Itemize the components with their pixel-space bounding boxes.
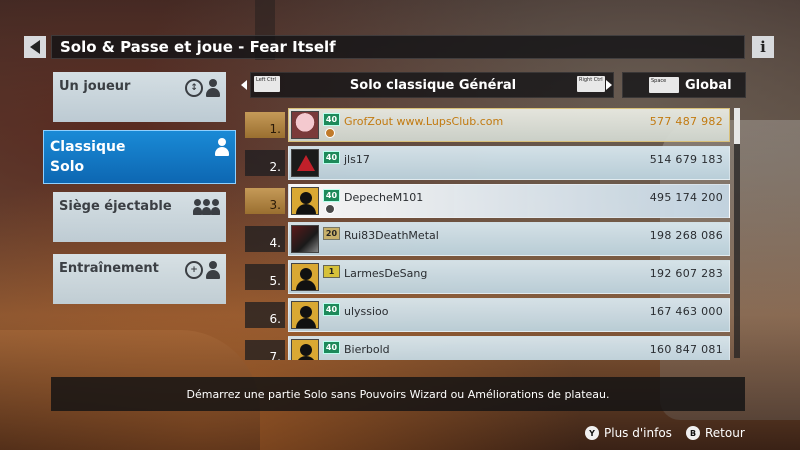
person-icon [215,138,229,156]
left-arrow-icon [30,40,40,54]
player-score: 192 607 283 [649,267,723,280]
avatar [291,149,319,177]
b-button-icon: B [686,426,700,440]
achievement-icon [325,204,335,214]
title-bar: Solo & Passe et joue - Fear Itself [51,35,745,59]
avatar [291,111,319,139]
table-row[interactable]: 7. 40 Bierbold 160 847 081 [240,336,730,360]
leaderboard-title: Solo classique Général [349,78,517,93]
person-icon [206,79,220,97]
scope-label: Global [685,78,732,93]
mode-description: Démarrez une partie Solo sans Pouvoirs W… [186,387,610,401]
scope-selector[interactable]: Space Global [622,72,746,98]
avatar [291,263,319,291]
compass-icon: ↕ [185,79,203,97]
leaderboard-list[interactable]: 1. 40 GrofZout www.LupsClub.com 577 487 … [240,108,743,360]
level-badge: 20 [323,227,340,240]
page-title: Solo & Passe et joue - Fear Itself [60,38,336,56]
rank: 3. [245,188,285,214]
back-arrow-button[interactable] [24,36,46,58]
target-icon: + [185,261,203,279]
rank: 7. [245,340,285,360]
level-badge: 1 [323,265,340,278]
player-name: LarmesDeSang [344,267,428,280]
player-name: jls17 [344,153,370,166]
player-name: Rui83DeathMetal [344,229,439,242]
table-row[interactable]: 4. 20 Rui83DeathMetal 198 268 086 [240,222,730,256]
back-label: Retour [705,426,745,440]
player-score: 160 847 081 [649,343,723,356]
rank: 5. [245,264,285,290]
avatar [291,301,319,329]
scrollbar[interactable] [734,108,740,358]
avatar [291,225,319,253]
player-score: 514 679 183 [649,153,723,166]
leaderboard-header: Left Ctrl Solo classique Général Right C… [250,72,614,98]
space-key: Space [649,77,679,93]
menu-item-classique-solo[interactable]: Classique Solo [43,130,236,184]
player-name: Bierbold [344,343,390,356]
player-score: 495 174 200 [649,191,723,204]
player-name: GrofZout www.LupsClub.com [344,115,504,128]
player-score: 167 463 000 [649,305,723,318]
table-row[interactable]: 3. 40 DepecheM101 495 174 200 [240,184,730,218]
more-info-hint[interactable]: Y Plus d'infos [585,426,672,440]
next-board-arrow-icon[interactable] [606,80,612,90]
right-ctrl-key: Right Ctrl [577,76,605,92]
menu-item-un-joueur[interactable]: Un joueur ↕ [53,72,226,122]
description-bar: Démarrez une partie Solo sans Pouvoirs W… [51,377,745,411]
player-score: 198 268 086 [649,229,723,242]
menu-item-label: Classique Solo [50,139,126,175]
table-row[interactable]: 5. 1 LarmesDeSang 192 607 283 [240,260,730,294]
table-row[interactable]: 6. 40 ulyssioo 167 463 000 [240,298,730,332]
player-name: ulyssioo [344,305,389,318]
group-icon [193,199,220,217]
achievement-icon [325,128,335,138]
player-score: 577 487 982 [649,115,723,128]
avatar [291,339,319,360]
info-button[interactable]: i [752,36,774,58]
table-row[interactable]: 2. 40 jls17 514 679 183 [240,146,730,180]
menu-item-siege-ejectable[interactable]: Siège éjectable [53,192,226,242]
person-icon [206,261,220,279]
level-badge: 40 [323,189,340,202]
more-info-label: Plus d'infos [604,426,672,440]
prev-board-arrow-icon[interactable] [241,80,247,90]
table-row[interactable]: 1. 40 GrofZout www.LupsClub.com 577 487 … [240,108,730,142]
rank: 2. [245,150,285,176]
avatar [291,187,319,215]
scrollbar-thumb[interactable] [734,108,740,144]
menu-item-entrainement[interactable]: Entraînement + [53,254,226,304]
player-name: DepecheM101 [344,191,424,204]
rank: 1. [245,112,285,138]
back-hint[interactable]: B Retour [686,426,745,440]
rank: 4. [245,226,285,252]
level-badge: 40 [323,341,340,354]
y-button-icon: Y [585,426,599,440]
level-badge: 40 [323,303,340,316]
level-badge: 40 [323,151,340,164]
level-badge: 40 [323,113,340,126]
rank: 6. [245,302,285,328]
